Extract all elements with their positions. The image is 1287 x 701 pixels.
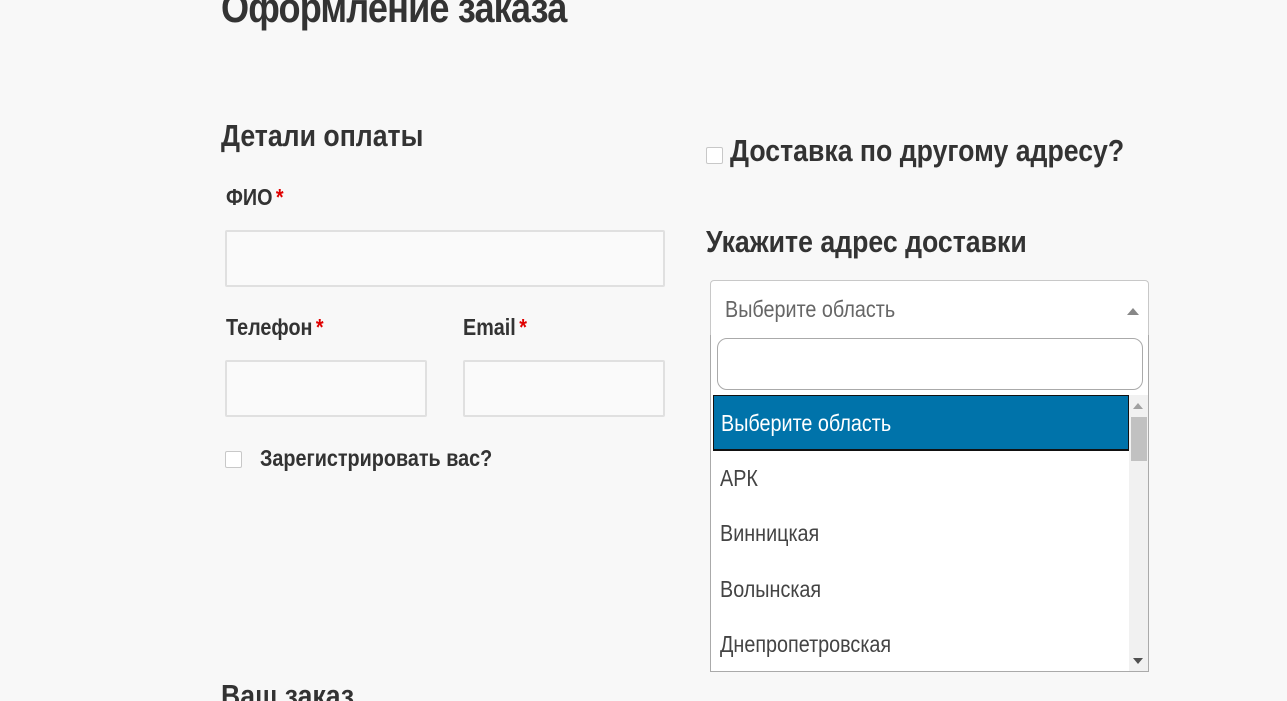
region-options-list: Выберите область АРК Винницкая Волынская…	[711, 395, 1129, 671]
fio-label: ФИО *	[226, 184, 284, 211]
region-option[interactable]: Выберите область	[713, 395, 1129, 451]
other-address-label: Доставка по другому адресу?	[730, 133, 1125, 168]
order-heading: Ваш заказ	[221, 678, 355, 701]
billing-heading: Детали оплаты	[221, 118, 424, 153]
fio-label-text: ФИО	[226, 184, 273, 210]
region-select-value: Выберите область	[725, 296, 896, 322]
scroll-down-icon[interactable]	[1133, 658, 1143, 664]
region-dropdown: Выберите область АРК Винницкая Волынская…	[710, 335, 1149, 672]
fio-input[interactable]	[225, 230, 665, 287]
region-option[interactable]: Волынская	[711, 562, 1129, 618]
other-address-checkbox[interactable]	[706, 147, 723, 164]
phone-label-text: Телефон	[226, 314, 313, 340]
register-label: Зарегистрировать вас?	[260, 445, 493, 471]
region-option[interactable]: АРК	[711, 451, 1129, 507]
page-title: Оформление заказа	[221, 0, 567, 31]
region-option[interactable]: Винницкая	[711, 506, 1129, 562]
phone-input[interactable]	[225, 360, 427, 417]
address-heading: Укажите адрес доставки	[706, 224, 1027, 259]
dropdown-scrollbar[interactable]	[1129, 395, 1148, 671]
required-mark: *	[275, 184, 284, 210]
email-input[interactable]	[463, 360, 665, 417]
phone-label: Телефон *	[226, 314, 324, 341]
region-option[interactable]: Днепропетровская	[711, 617, 1129, 671]
register-checkbox[interactable]	[225, 451, 242, 468]
region-search-input[interactable]	[717, 338, 1143, 390]
email-label: Email *	[463, 314, 527, 341]
scroll-up-icon[interactable]	[1133, 403, 1143, 409]
email-label-text: Email	[463, 314, 516, 340]
region-select[interactable]: Выберите область	[710, 280, 1149, 336]
chevron-up-icon	[1127, 308, 1139, 315]
required-mark: *	[315, 314, 324, 340]
required-mark: *	[519, 314, 527, 340]
scrollbar-thumb[interactable]	[1131, 417, 1147, 461]
